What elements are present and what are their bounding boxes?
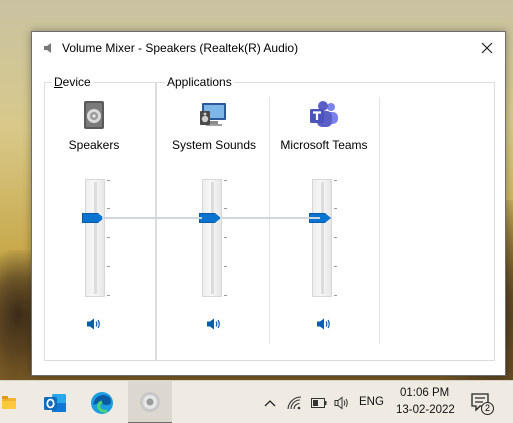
- close-button[interactable]: [469, 32, 505, 64]
- tick: [107, 208, 110, 209]
- column-divider: [379, 97, 380, 344]
- tick: [224, 295, 227, 296]
- slider-groove: [321, 182, 324, 294]
- volume-mixer-icon: [140, 391, 160, 412]
- mute-button[interactable]: [205, 316, 223, 332]
- speaker-volume-icon: [317, 318, 330, 330]
- channel-speakers: Speakers: [39, 97, 149, 347]
- show-hidden-icons-button[interactable]: [263, 395, 277, 411]
- edge-icon: [91, 391, 113, 414]
- title-bar[interactable]: Volume Mixer - Speakers (Realtek(R) Audi…: [32, 32, 505, 64]
- edge-button[interactable]: [82, 381, 122, 423]
- volume-tray-button[interactable]: [333, 395, 351, 411]
- outlook-button[interactable]: [35, 381, 75, 423]
- notification-count-badge: 2: [481, 402, 494, 415]
- notification-center-button[interactable]: 2: [470, 392, 496, 415]
- taskbar: ENG 01:06 PM 13-02-2022 2: [0, 380, 513, 423]
- volume-slider[interactable]: [199, 179, 227, 297]
- speaker-device-icon[interactable]: [78, 99, 110, 131]
- tick: [334, 180, 337, 181]
- battery-button[interactable]: [310, 395, 328, 411]
- volume-slider[interactable]: [309, 179, 337, 297]
- speaker-volume-icon: [87, 318, 100, 330]
- clock-date[interactable]: 13-02-2022: [396, 404, 455, 416]
- tick: [334, 208, 337, 209]
- window-title: Volume Mixer - Speakers (Realtek(R) Audi…: [62, 41, 299, 55]
- channel-name: System Sounds: [171, 138, 257, 152]
- microsoft-teams-icon[interactable]: [308, 99, 340, 131]
- network-button[interactable]: [287, 395, 303, 411]
- tick: [224, 208, 227, 209]
- volume-mixer-taskbar-button[interactable]: [128, 381, 172, 423]
- volume-slider-thumb[interactable]: [82, 213, 104, 223]
- tick: [224, 266, 227, 267]
- volume-slider-thumb[interactable]: [199, 213, 221, 223]
- tick: [224, 180, 227, 181]
- clock-time[interactable]: 01:06 PM: [400, 387, 449, 399]
- chevron-up-icon: [264, 400, 276, 407]
- close-icon: [481, 42, 493, 54]
- outlook-icon: [44, 393, 66, 412]
- channel-name: Speakers: [68, 138, 120, 152]
- tick: [334, 295, 337, 296]
- channel-system-sounds: System Sounds: [159, 97, 269, 347]
- mute-button[interactable]: [315, 316, 333, 332]
- battery-icon: [311, 398, 327, 408]
- tick: [107, 295, 110, 296]
- tick: [107, 237, 110, 238]
- volume-mixer-window: Volume Mixer - Speakers (Realtek(R) Audi…: [31, 31, 506, 376]
- mute-button[interactable]: [85, 316, 103, 332]
- device-group-label: Device: [52, 75, 93, 89]
- tick: [224, 237, 227, 238]
- device-level-indicator: [220, 217, 320, 219]
- slider-groove: [211, 182, 214, 294]
- device-level-indicator: [102, 217, 202, 219]
- slider-groove: [94, 182, 97, 294]
- applications-group-label: Applications: [165, 75, 234, 89]
- file-explorer-icon: [2, 395, 16, 409]
- system-sounds-icon[interactable]: [198, 99, 230, 131]
- channel-microsoft-teams: Microsoft Teams: [269, 97, 379, 347]
- speaker-icon: [43, 42, 55, 54]
- input-language-indicator[interactable]: ENG: [359, 396, 384, 408]
- tick: [107, 266, 110, 267]
- speaker-volume-icon: [334, 396, 348, 410]
- tick: [334, 237, 337, 238]
- tick: [334, 266, 337, 267]
- speaker-volume-icon: [207, 318, 220, 330]
- volume-slider[interactable]: [82, 179, 110, 297]
- tick: [107, 180, 110, 181]
- wifi-icon: [287, 396, 302, 410]
- file-explorer-button[interactable]: [0, 381, 18, 423]
- channel-name: Microsoft Teams: [280, 138, 368, 152]
